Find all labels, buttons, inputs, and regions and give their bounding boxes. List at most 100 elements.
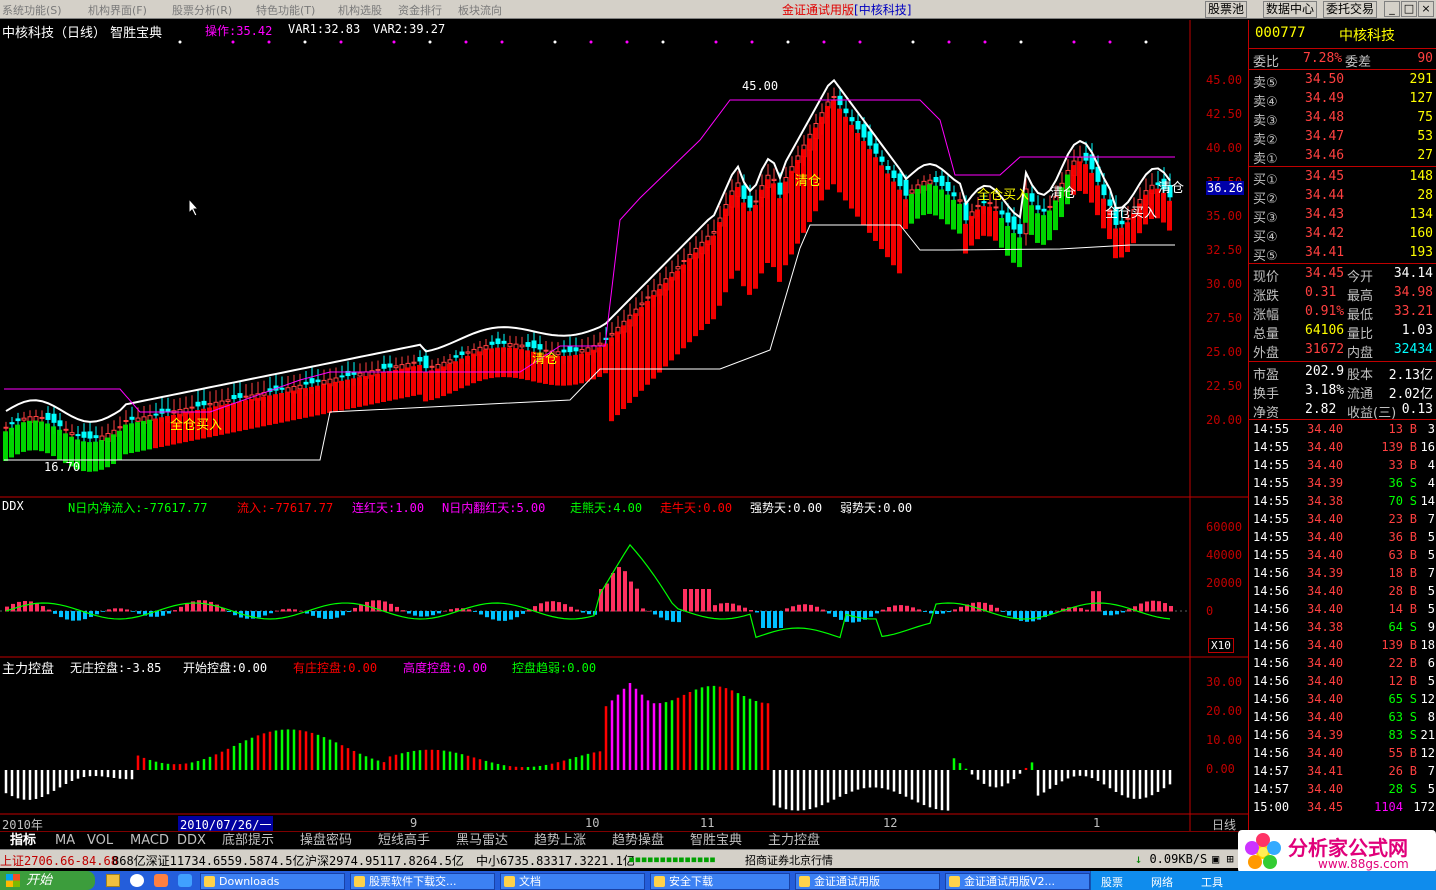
tray-stocks[interactable]: 股票 [1101,874,1123,890]
signal-dot [231,40,235,44]
taskbar-app[interactable]: 股票软件下载交... [350,873,495,890]
ribbon-bar [891,181,896,266]
ddx-bar [443,610,447,612]
menu-features[interactable]: 特色功能(T) [256,2,315,18]
ribbon-bar [801,149,806,233]
app-label: 金证通试用版 [814,875,880,888]
tick-count: 16 [1420,440,1435,454]
quicklaunch-media-icon[interactable] [130,874,144,887]
ddx-bar [719,603,723,612]
bid-price: 34.45 [1305,169,1345,184]
ddx-axis-label: 60000 [1206,520,1243,534]
ddx-bar [449,609,453,612]
price-axis-label: 42.50 [1206,107,1243,121]
candle-body [867,131,873,146]
tick-price: 34.40 [1307,440,1344,454]
start-button[interactable]: 开始 [0,871,95,890]
tick-row: 14:56 34.40 65 S 12 [1249,691,1436,709]
ribbon-bar [651,294,656,379]
signal-dot [500,40,504,44]
ddx-bar [497,611,501,621]
ddx-bar [557,602,561,612]
tab-8[interactable]: 黑马雷达 [456,833,508,849]
price-axis-label: 22.50 [1206,379,1243,393]
quicklaunch-browser-icon[interactable] [178,874,192,887]
ddx-bar [113,608,117,612]
ddx-bar [947,611,951,613]
quicklaunch-app-icon[interactable] [154,874,168,887]
menu-stock-picking[interactable]: 机构选股 [338,2,382,18]
menu-analysis[interactable]: 股票分析(R) [172,2,232,18]
ctrl-indicator: 无庄控盘:-3.85 [70,661,162,675]
tick-row: 14:56 34.40 14 B 5 [1249,601,1436,619]
weibi-value: 7.28% [1303,51,1343,66]
tick-count: 5 [1427,548,1435,562]
tab-1[interactable]: MA [55,833,75,849]
candle-body [189,406,195,409]
tick-direction: B [1409,512,1417,526]
taskbar-app[interactable]: 安全下载 [650,873,790,890]
ddx-indicator: N日内翻红天:5.00 [442,501,546,515]
ddx-bar [521,611,525,614]
taskbar-app[interactable]: 金证通试用版V2... [945,873,1090,890]
ribbon-bar [87,442,92,472]
tab-10[interactable]: 趋势操盘 [612,833,664,849]
stat-row: 净资 2.82 收益(三) 0.13 [1249,401,1436,421]
tick-direction: B [1409,746,1417,760]
close-icon[interactable]: × [1418,1,1434,17]
ddx-bar [299,610,303,612]
tab-2[interactable]: VOL [87,833,113,849]
data-center-button[interactable]: 数据中心 [1263,1,1318,18]
candle-body [843,108,849,114]
tab-9[interactable]: 趋势上涨 [534,833,586,849]
tray-network[interactable]: 网络 [1151,874,1173,890]
ribbon-bar [57,429,62,460]
quicklaunch-folder-icon[interactable] [106,874,120,887]
chart-area[interactable]: 中核科技（日线） 智胜宝典 操作:35.42 VAR1:32.83 VAR2:3… [0,20,1248,833]
candle-body [963,202,969,221]
tab-5[interactable]: 底部提示 [222,833,274,849]
tick-price: 34.40 [1307,584,1344,598]
ctrl-title: 主力控盘 [2,662,55,677]
ribbon-bar [99,440,104,470]
minimize-icon[interactable]: _ [1384,1,1400,17]
ddx-bar [65,611,69,620]
ribbon-bar [117,430,122,461]
ddx-bar [905,605,909,612]
menu-institution[interactable]: 机构界面(F) [88,2,147,18]
quote-header: 000777 中核科技 [1249,24,1436,44]
menu-system[interactable]: 系统功能(S) [2,2,62,18]
tab-0[interactable]: 指标 [10,833,36,849]
tab-3[interactable]: MACD [130,833,169,849]
tray-tools[interactable]: 工具 [1201,874,1223,890]
ddx-bar [653,611,657,615]
ticker-hs: 沪深2974.95117.8264.5亿 [305,854,464,868]
tick-time: 14:56 [1253,602,1290,616]
bid-price: 34.43 [1305,207,1345,222]
ddx-bar [407,611,411,614]
tab-7[interactable]: 短线高手 [378,833,430,849]
tab-11[interactable]: 智胜宝典 [690,833,742,849]
tab-4[interactable]: DDX [177,833,206,849]
stock-pool-button[interactable]: 股票池 [1205,1,1248,18]
tick-volume: 65 [1388,692,1403,706]
ddx-bar [611,573,615,612]
taskbar-app[interactable]: 金证通试用版 [795,873,940,890]
candle-body [771,178,777,182]
taskbar-app[interactable]: Downloads [200,873,345,890]
menu-sector-flow[interactable]: 板块流向 [458,2,502,18]
maximize-icon[interactable]: □ [1401,1,1417,17]
tab-12[interactable]: 主力控盘 [768,833,820,849]
tick-direction: S [1409,620,1417,634]
taskbar-app[interactable]: 文档 [500,873,645,890]
trade-button[interactable]: 委托交易 [1323,1,1378,18]
ddx-indicator: 连红天:1.00 [352,501,425,515]
ddx-bar [1121,611,1125,613]
menu-fund-ranking[interactable]: 资金排行 [398,2,442,18]
ddx-bar [1127,609,1131,612]
tab-6[interactable]: 操盘密码 [300,833,352,849]
ribbon-bar [489,348,494,379]
ribbon-bar [963,223,968,254]
ddx-bar [911,607,915,612]
ask-price: 34.47 [1305,129,1345,144]
